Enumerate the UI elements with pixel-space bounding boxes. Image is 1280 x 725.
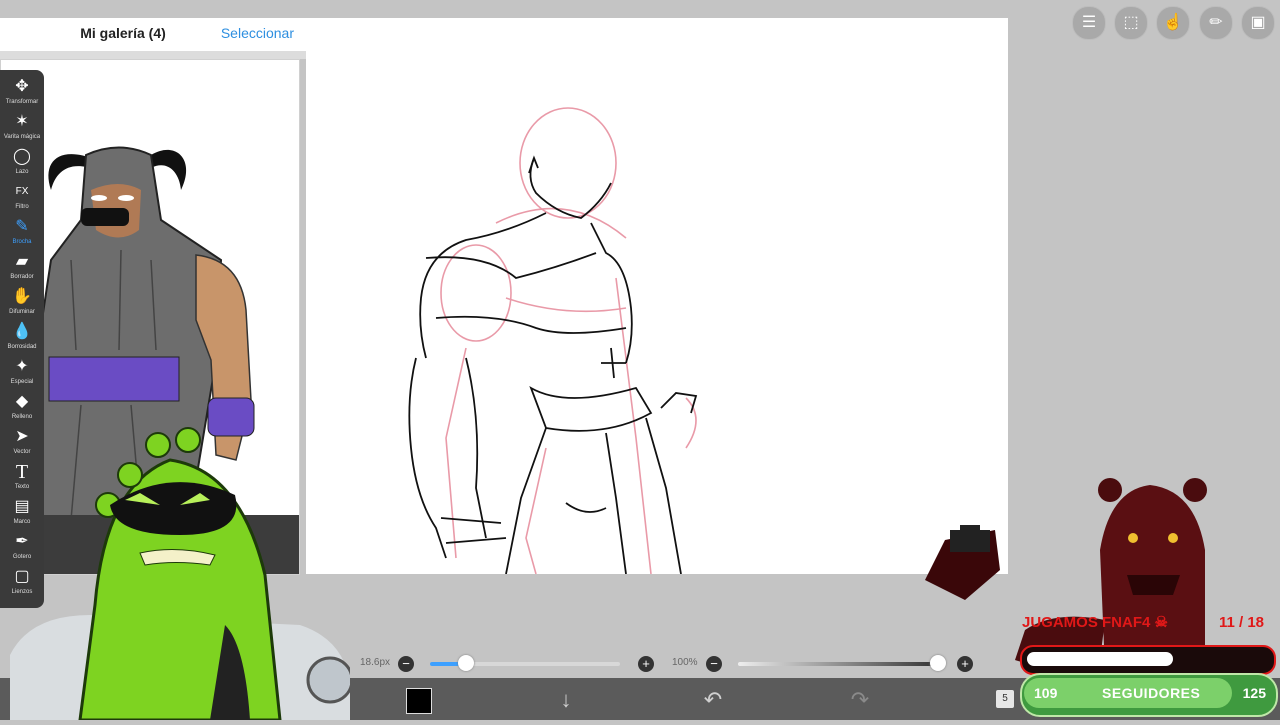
tool-label: Borrosidad [7,344,37,350]
stream-counter: 11 / 18 [1218,614,1264,631]
tool-label: Relleno [11,414,33,420]
tool-label: Especial [10,379,34,385]
stream-progress-fill [1027,652,1174,666]
selection-icon: ⬚ [1123,14,1139,31]
download-icon[interactable]: ↓ [551,685,581,715]
opacity-value: 100% [672,657,698,668]
layers-count: 5 [1002,693,1008,704]
tool-difuminar[interactable]: ✋ Difuminar [0,286,44,321]
tool-label: Lazo [15,169,29,175]
tool-relleno[interactable]: ◆ Relleno [0,391,44,426]
gallery-title: Mi galería (4) [80,25,166,41]
fx-icon: FX [15,186,29,197]
lasso-icon: ◯ [13,148,31,165]
drawing-canvas[interactable] [306,18,1008,575]
tool-label: Transformar [5,99,39,105]
magic-wand-icon: ✶ [15,113,29,130]
tool-lazo[interactable]: ◯ Lazo [0,146,44,181]
size-decrease-button[interactable]: − [398,656,414,672]
select-button[interactable]: Seleccionar [221,18,294,51]
brush-size-value: 18.6px [360,657,391,668]
stream-progress-bar [1020,645,1276,675]
green-alien-avatar [10,427,354,722]
ruler-icon: ✏ [1209,14,1223,31]
stream-title-text: JUGAMOS FNAF4 ☠ [1022,614,1168,631]
smudge-icon: ✋ [12,288,32,305]
undo-icon[interactable]: ↶ [698,685,728,715]
redo-icon[interactable]: ↷ [845,685,875,715]
ruler-button[interactable]: ✏ [1199,6,1233,40]
special-icon: ✦ [15,358,29,375]
tool-filtro[interactable]: FX Filtro [0,181,44,216]
eraser-icon: ▰ [15,253,29,270]
goal-end-value: 125 [1242,685,1266,701]
goal-start-value: 109 [1034,685,1058,701]
tool-especial[interactable]: ✦ Especial [0,356,44,391]
stream-title: JUGAMOS FNAF4 ☠ 11 / 18 [1022,610,1268,636]
image-button[interactable]: ▣ [1241,6,1275,40]
size-slider-knob[interactable] [458,655,475,671]
tool-label: Brocha [12,239,32,245]
streamer-avatar [10,425,354,722]
tool-label: Borrador [10,274,34,280]
tool-borrosidad[interactable]: 💧 Borrosidad [0,321,44,356]
layers-button[interactable]: 5 [996,690,1014,708]
follower-goal-bar: 109 SEGUIDORES 125 [1020,673,1278,717]
gallery-header: Mi galería (4) Seleccionar [0,18,306,51]
tool-varita-magica[interactable]: ✶ Varita mágica [0,111,44,146]
fill-icon: ◆ [15,393,29,410]
gallery-divider [0,51,306,59]
sketch-drawing [408,107,698,575]
image-icon: ▣ [1250,14,1266,31]
brush-icon: ✎ [15,218,29,235]
current-color-swatch[interactable] [406,688,432,714]
brush-sliders: 18.6px − + 100% − + [340,650,1000,676]
selection-button[interactable]: ⬚ [1114,6,1148,40]
settings-toggle-icon: ☰ [1081,14,1097,31]
settings-toggle-button[interactable]: ☰ [1072,6,1106,40]
tool-brocha[interactable]: ✎ Brocha [0,216,44,251]
goal-label: SEGUIDORES [1102,685,1201,701]
tool-borrador[interactable]: ▰ Borrador [0,251,44,286]
tool-label: Difuminar [9,309,35,315]
blur-icon: 💧 [12,323,32,340]
tool-transformar[interactable]: ✥ Transformar [0,76,44,111]
touch-icon: ☝ [1163,14,1183,31]
tool-label: Filtro [15,204,29,210]
move-icon: ✥ [15,78,29,95]
size-increase-button[interactable]: + [638,656,654,672]
opacity-decrease-button[interactable]: − [706,656,722,672]
touch-button[interactable]: ☝ [1156,6,1190,40]
tool-label: Varita mágica [3,134,41,140]
